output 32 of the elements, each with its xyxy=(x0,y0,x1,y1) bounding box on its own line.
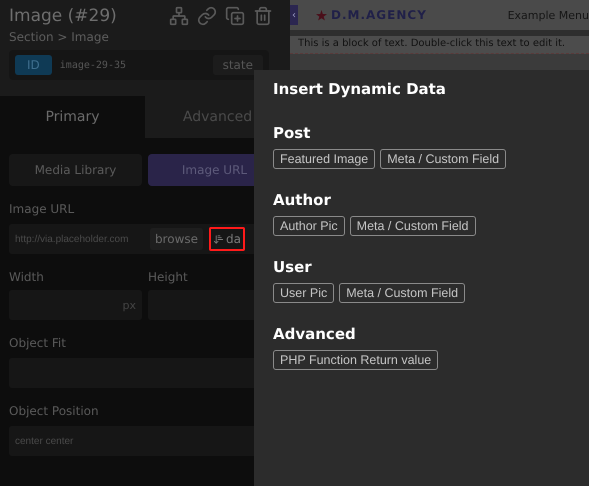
data-option[interactable]: Meta / Custom Field xyxy=(380,149,506,169)
field-label: Height xyxy=(148,270,189,284)
state-button[interactable]: state xyxy=(212,55,263,75)
duplicate-icon[interactable] xyxy=(225,6,245,26)
data-option[interactable]: User Pic xyxy=(273,283,334,303)
collapse-handle[interactable]: ‹ xyxy=(290,5,298,25)
field-label: Object Position xyxy=(9,404,100,418)
field-label: Width xyxy=(9,270,45,284)
data-option[interactable]: Meta / Custom Field xyxy=(339,283,466,303)
browse-button[interactable]: browse xyxy=(150,228,204,250)
link-icon[interactable] xyxy=(197,6,217,26)
source-tab[interactable]: Media Library xyxy=(9,154,142,186)
data-option[interactable]: Meta / Custom Field xyxy=(350,216,476,236)
section-heading: User xyxy=(273,258,313,276)
id-value: image-29-35 xyxy=(60,60,128,70)
breadcrumb: Section > Image xyxy=(9,30,110,44)
sort-icon xyxy=(213,234,224,244)
section-heading: Author xyxy=(273,191,332,209)
panel-tab[interactable]: Primary xyxy=(0,96,145,138)
field-label: Object Fit xyxy=(9,336,67,350)
text-block: This is a block of text. Double-click this text to edit it. xyxy=(290,36,589,54)
data-option[interactable]: Author Pic xyxy=(273,216,345,236)
data-option[interactable]: Featured Image xyxy=(273,149,376,169)
delete-icon[interactable] xyxy=(253,6,273,26)
section-heading: Advanced xyxy=(273,325,357,343)
dynamic-data-button[interactable]: da xyxy=(209,227,245,251)
popup-title: Insert Dynamic Data xyxy=(273,80,447,98)
field-label: Image URL xyxy=(9,202,76,216)
element-title: Image (#29) xyxy=(9,6,117,26)
hierarchy-icon[interactable] xyxy=(169,6,189,26)
data-option[interactable]: PHP Function Return value xyxy=(273,350,438,370)
id-badge: ID xyxy=(15,55,52,75)
